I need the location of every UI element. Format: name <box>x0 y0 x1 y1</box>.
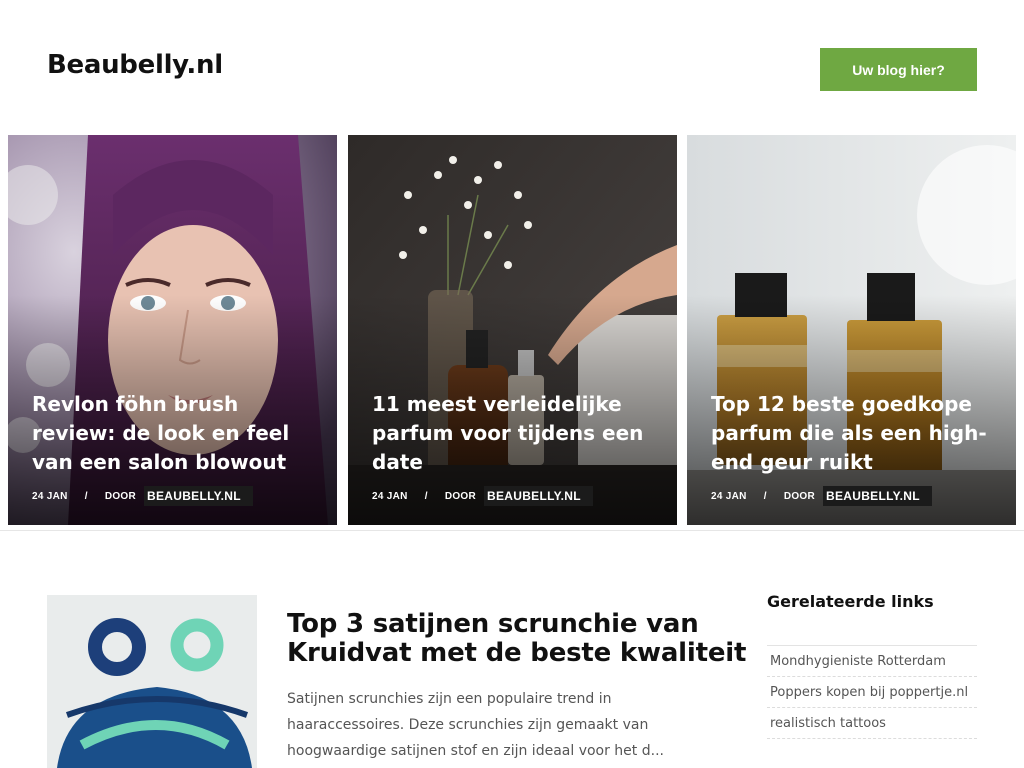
featured-card[interactable]: Revlon föhn brush review: de look en fee… <box>8 135 337 525</box>
sidebar-heading: Gerelateerde links <box>767 592 934 611</box>
sidebar-link[interactable]: Poppers kopen bij poppertje.nl <box>767 677 977 708</box>
post-by-label: DOOR <box>783 490 816 502</box>
featured-card[interactable]: 11 meest verleidelijke parfum voor tijde… <box>348 135 677 525</box>
meta-separator: / <box>424 490 428 502</box>
post-date: 24 JAN <box>32 490 68 502</box>
featured-posts: Revlon föhn brush review: de look en fee… <box>8 135 1016 525</box>
section-divider <box>0 530 1024 531</box>
sidebar: Gerelateerde links Mondhygieniste Rotter… <box>767 592 977 739</box>
post-meta: 24 JAN / DOOR BEAUBELLY.NL <box>32 486 253 506</box>
post-meta: 24 JAN / DOOR BEAUBELLY.NL <box>372 486 593 506</box>
post-title[interactable]: Top 3 satijnen scrunchie van Kruidvat me… <box>287 610 747 668</box>
site-header: Beaubelly.nl Uw blog hier? <box>0 0 1024 135</box>
post-thumbnail[interactable] <box>47 595 257 768</box>
meta-separator: / <box>84 490 88 502</box>
featured-title[interactable]: Top 12 beste goedkope parfum die als een… <box>711 390 992 477</box>
sidebar-link[interactable]: Mondhygieniste Rotterdam <box>767 646 977 677</box>
post-date: 24 JAN <box>372 490 408 502</box>
featured-title[interactable]: 11 meest verleidelijke parfum voor tijde… <box>372 390 653 477</box>
sidebar-link[interactable]: realistisch tattoos <box>767 708 977 739</box>
post-author[interactable]: BEAUBELLY.NL <box>144 486 253 506</box>
site-logo[interactable]: Beaubelly.nl <box>47 50 223 80</box>
meta-separator: / <box>763 490 767 502</box>
post-by-label: DOOR <box>444 490 477 502</box>
post-excerpt: Satijnen scrunchies zijn een populaire t… <box>287 691 664 759</box>
post-date: 24 JAN <box>711 490 747 502</box>
post-by-label: DOOR <box>104 490 137 502</box>
post-author[interactable]: BEAUBELLY.NL <box>823 486 932 506</box>
your-blog-here-button[interactable]: Uw blog hier? <box>820 48 977 91</box>
post-author[interactable]: BEAUBELLY.NL <box>484 486 593 506</box>
post-meta: 24 JAN / DOOR BEAUBELLY.NL <box>711 486 932 506</box>
featured-card[interactable]: Top 12 beste goedkope parfum die als een… <box>687 135 1016 525</box>
featured-title[interactable]: Revlon föhn brush review: de look en fee… <box>32 390 313 477</box>
